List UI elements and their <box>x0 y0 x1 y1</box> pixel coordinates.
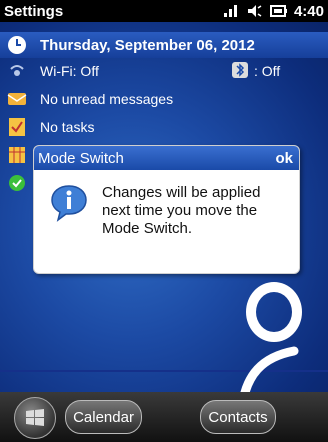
today-messages-row[interactable]: No unread messages <box>0 86 328 112</box>
calendar-softkey[interactable]: Calendar <box>65 400 142 434</box>
bluetooth-status: : Off <box>254 63 281 79</box>
speaker-icon[interactable] <box>246 4 264 18</box>
today-date: Thursday, September 06, 2012 <box>40 36 255 54</box>
start-button[interactable] <box>14 397 56 439</box>
calendar-icon <box>6 144 28 166</box>
bluetooth-status-group[interactable]: : Off <box>232 61 281 81</box>
green-status-icon <box>6 172 28 194</box>
dialog-header: Mode Switch ok <box>34 146 299 170</box>
today-tasks-row[interactable]: No tasks <box>0 114 328 140</box>
envelope-icon <box>6 88 28 110</box>
wifi-icon <box>6 60 28 82</box>
info-icon <box>50 184 88 222</box>
contacts-softkey[interactable]: Contacts <box>200 400 276 434</box>
messages-status: No unread messages <box>40 91 174 107</box>
status-icons: 4:40 <box>222 3 328 20</box>
signal-icon[interactable] <box>222 4 240 18</box>
tasks-status: No tasks <box>40 119 95 135</box>
tasks-icon <box>6 116 28 138</box>
wifi-status: Wi-Fi: Off <box>40 63 99 79</box>
wallpaper-ring-graphic <box>246 282 302 342</box>
battery-icon[interactable] <box>269 4 288 18</box>
clock-icon <box>6 34 28 56</box>
today-wifi-row[interactable]: Wi-Fi: Off : Off <box>0 58 328 84</box>
dialog-message: Changes will be applied next time you mo… <box>102 184 261 237</box>
title-bar: Settings 4:40 <box>0 0 328 22</box>
dialog-body: Changes will be applied next time you mo… <box>34 170 299 238</box>
today-date-row[interactable]: Thursday, September 06, 2012 <box>0 32 328 58</box>
window-title: Settings <box>4 2 64 20</box>
clock[interactable]: 4:40 <box>294 3 324 20</box>
bluetooth-icon <box>232 61 248 81</box>
windows-flag-icon <box>26 409 44 426</box>
mode-switch-dialog: Mode Switch ok Changes will be applied n… <box>33 145 300 274</box>
dialog-title: Mode Switch <box>38 149 124 167</box>
softkey-bar: Calendar Contacts <box>0 392 328 442</box>
ok-button[interactable]: ok <box>275 150 299 167</box>
